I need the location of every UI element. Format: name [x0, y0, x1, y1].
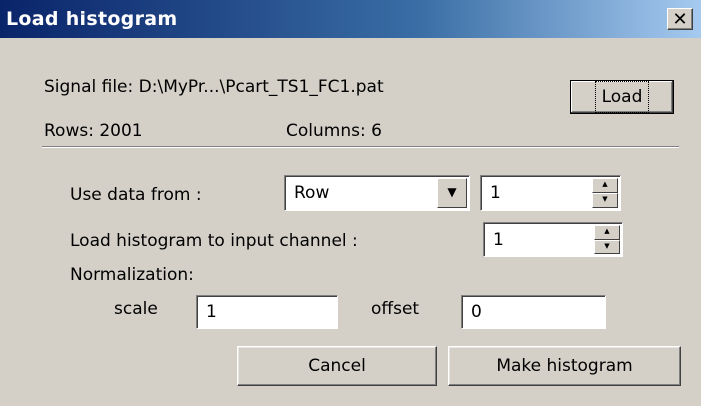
close-button[interactable]: ✕ [667, 8, 693, 30]
use-data-label: Use data from : [70, 185, 202, 205]
separator [42, 146, 679, 148]
columns-count: Columns: 6 [286, 121, 382, 141]
data-index-stepper[interactable]: 1 ▲ ▼ [480, 175, 621, 211]
offset-label: offset [371, 299, 420, 319]
spin-down-icon[interactable]: ▼ [592, 193, 618, 208]
input-channel-stepper[interactable]: 1 ▲ ▼ [483, 222, 623, 257]
window-title: Load histogram [6, 8, 178, 30]
data-source-value: Row [294, 183, 330, 203]
input-channel-value: 1 [493, 229, 504, 250]
data-source-dropdown[interactable]: Row ▼ [284, 175, 470, 211]
close-icon: ✕ [672, 9, 688, 30]
load-button-label: Load [594, 81, 650, 113]
offset-input[interactable]: 0 [461, 295, 606, 329]
offset-value: 0 [471, 302, 482, 322]
make-histogram-button-label: Make histogram [496, 356, 633, 376]
input-channel-label: Load histogram to input channel : [70, 231, 358, 251]
rows-count: Rows: 2001 [44, 121, 143, 141]
spin-down-icon[interactable]: ▼ [594, 239, 620, 254]
signal-file-label: Signal file: D:\MyPr...\Pcart_TS1_FC1.pa… [44, 77, 384, 97]
load-button[interactable]: Load [570, 80, 674, 114]
normalization-label: Normalization: [70, 265, 194, 285]
scale-label: scale [114, 299, 158, 319]
make-histogram-button[interactable]: Make histogram [448, 346, 681, 386]
scale-input[interactable]: 1 [196, 295, 338, 329]
chevron-down-icon[interactable]: ▼ [437, 178, 467, 208]
scale-value: 1 [206, 302, 217, 322]
spin-up-icon[interactable]: ▲ [594, 225, 620, 240]
data-index-value: 1 [490, 183, 501, 203]
title-bar: Load histogram ✕ [0, 0, 701, 38]
spin-up-icon[interactable]: ▲ [592, 178, 618, 193]
cancel-button-label: Cancel [308, 356, 366, 376]
cancel-button[interactable]: Cancel [237, 346, 437, 386]
